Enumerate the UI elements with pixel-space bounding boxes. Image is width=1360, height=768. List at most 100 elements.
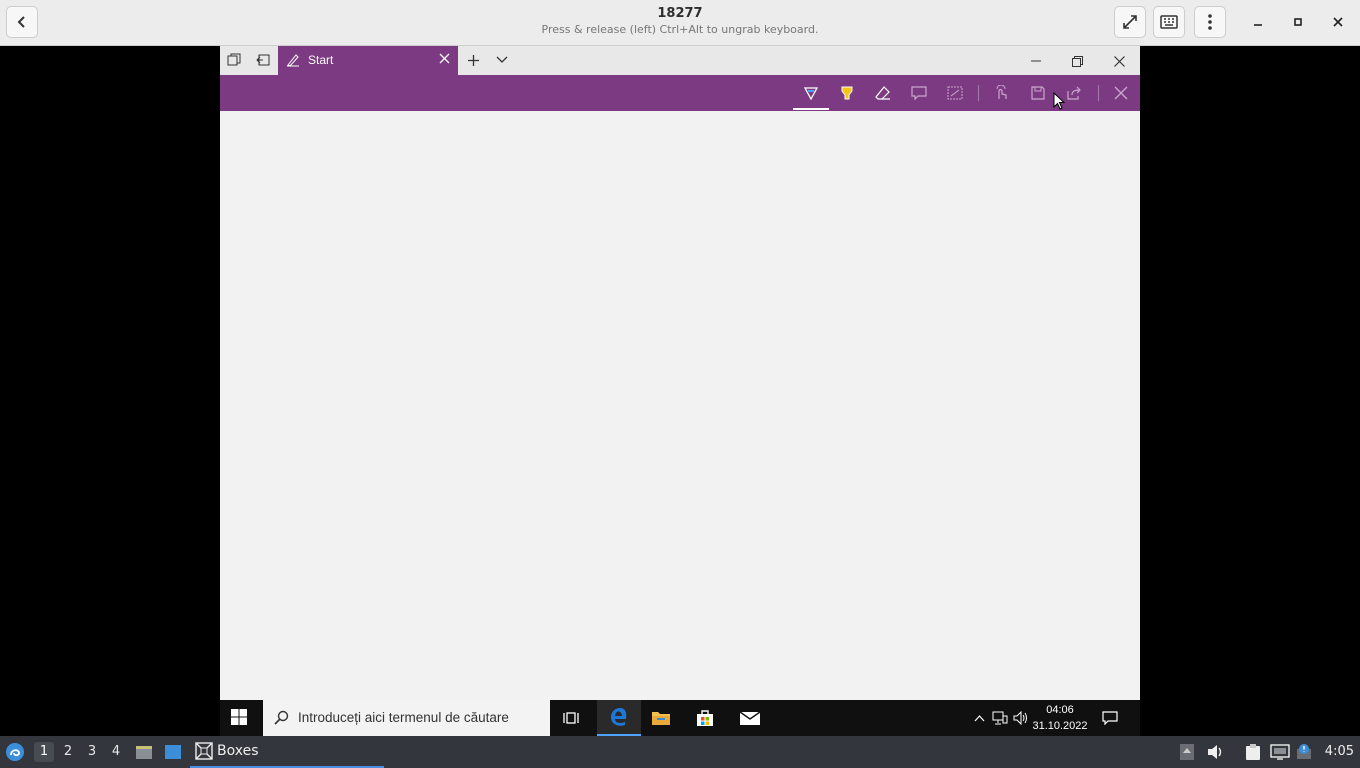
windows-logo-icon (231, 709, 247, 725)
store-bag-icon (697, 710, 713, 726)
boxes-app-icon (195, 742, 213, 764)
eject-icon (1180, 744, 1194, 760)
touch-writing-tool[interactable] (989, 81, 1015, 105)
chevron-up-icon (974, 714, 984, 721)
host-clock[interactable]: 4:05 (1325, 744, 1354, 759)
windows-taskbar: Introduceți aici termenul de căutare 04:… (220, 700, 1140, 736)
ballpoint-pen-icon (803, 87, 819, 101)
action-center-button[interactable] (1101, 709, 1119, 727)
ballpoint-pen-tool[interactable] (798, 81, 824, 105)
task-view-icon (563, 712, 579, 724)
tray-updates-icon[interactable] (1177, 742, 1197, 762)
network-icon (1270, 744, 1290, 760)
speaker-icon (1208, 745, 1222, 759)
set-aside-icon (256, 54, 270, 66)
back-button[interactable] (6, 6, 38, 38)
boxes-header: 18277 Press & release (left) Ctrl+Alt to… (0, 0, 1360, 46)
tray-network-icon[interactable] (1270, 742, 1290, 762)
share-icon (1067, 86, 1081, 100)
store-button[interactable] (683, 700, 727, 736)
keyboard-icon (1160, 15, 1178, 29)
desktop-icon (165, 745, 181, 759)
chevron-down-icon (496, 56, 508, 63)
show-hidden-icons-button[interactable] (970, 709, 988, 727)
close-tab-icon[interactable] (439, 53, 450, 67)
eraser-icon (875, 86, 890, 100)
close-icon (1113, 55, 1125, 67)
restore-icon (1071, 55, 1083, 67)
eraser-tool[interactable] (870, 81, 896, 105)
clipboard-icon (1246, 744, 1260, 760)
pen-icon (286, 53, 300, 70)
app-restore-button[interactable] (1068, 52, 1086, 70)
vm-display[interactable]: Start Introduceți aici termenul de căuta… (220, 46, 1140, 736)
info-alert-icon (1297, 744, 1311, 759)
mouse-cursor-icon (1053, 92, 1065, 110)
taskbar-item-label: Boxes (217, 743, 259, 759)
comment-icon (911, 86, 927, 101)
close-button[interactable] (1328, 12, 1348, 32)
ink-canvas[interactable] (220, 111, 1140, 700)
taskbar-clock[interactable]: 04:06 31.10.2022 (1028, 702, 1092, 734)
save-tool[interactable] (1025, 81, 1051, 105)
search-icon (273, 710, 289, 730)
file-explorer-button[interactable] (639, 700, 683, 736)
mail-icon (739, 711, 761, 725)
task-view-button[interactable] (550, 700, 594, 736)
new-tab-button[interactable] (465, 52, 481, 68)
tab-preview-button[interactable] (494, 52, 510, 68)
clock-date: 31.10.2022 (1032, 720, 1088, 732)
ink-toolbar (220, 75, 1140, 111)
keyboard-button[interactable] (1153, 6, 1185, 38)
tab-list-button[interactable] (226, 52, 242, 68)
windows-start-button[interactable] (230, 708, 250, 728)
taskbar-search-box[interactable]: Introduceți aici termenul de căutare (263, 700, 550, 736)
menu-button[interactable] (1194, 6, 1226, 38)
minimize-button[interactable] (1248, 12, 1268, 32)
tray-clipboard-icon[interactable] (1243, 742, 1263, 762)
clock-time: 04:06 (1046, 704, 1074, 716)
app-menu-button[interactable] (5, 742, 25, 762)
minimize-icon (1254, 24, 1262, 26)
clip-icon (947, 86, 963, 100)
tray-volume-icon[interactable] (1206, 742, 1226, 762)
highlighter-icon (841, 86, 853, 100)
more-vertical-icon (1208, 14, 1212, 30)
edge-icon (611, 708, 627, 726)
workspace-2[interactable]: 2 (58, 742, 78, 762)
toolbar-divider (978, 85, 979, 101)
touch-hand-icon (996, 85, 1007, 99)
clip-tool[interactable] (942, 81, 968, 105)
app-close-button[interactable] (1110, 52, 1128, 70)
network-icon (992, 711, 1008, 725)
fullscreen-button[interactable] (1114, 6, 1146, 38)
close-icon (1333, 17, 1343, 27)
toolbar-divider (1098, 85, 1099, 101)
speaker-icon (1013, 711, 1027, 725)
chevron-left-icon (17, 16, 25, 28)
maximize-button[interactable] (1288, 12, 1308, 32)
exit-ink-tool[interactable] (1108, 81, 1134, 105)
app-tab-bar: Start (220, 46, 1140, 75)
workspace-3[interactable]: 3 (82, 742, 102, 762)
network-tray-icon[interactable] (991, 709, 1009, 727)
add-note-tool[interactable] (906, 81, 932, 105)
show-desktop-launcher[interactable] (163, 742, 183, 762)
set-aside-tabs-button[interactable] (255, 52, 271, 68)
mail-button[interactable] (728, 700, 772, 736)
tray-notification-icon[interactable] (1296, 742, 1316, 762)
save-icon (1031, 86, 1045, 100)
plus-icon (467, 54, 479, 66)
file-manager-launcher[interactable] (134, 742, 154, 762)
copy-windows-icon (227, 53, 241, 66)
close-icon (1114, 86, 1128, 100)
tab-start[interactable]: Start (278, 46, 458, 75)
folder-icon (652, 712, 670, 725)
workspace-1[interactable]: 1 (34, 742, 54, 762)
app-minimize-button[interactable] (1027, 52, 1045, 70)
edge-taskbar-button[interactable] (597, 700, 641, 736)
highlighter-tool[interactable] (834, 81, 860, 105)
taskbar-item-boxes[interactable]: Boxes (190, 736, 384, 768)
ungrab-hint: Press & release (left) Ctrl+Alt to ungra… (541, 23, 819, 36)
workspace-4[interactable]: 4 (106, 742, 126, 762)
